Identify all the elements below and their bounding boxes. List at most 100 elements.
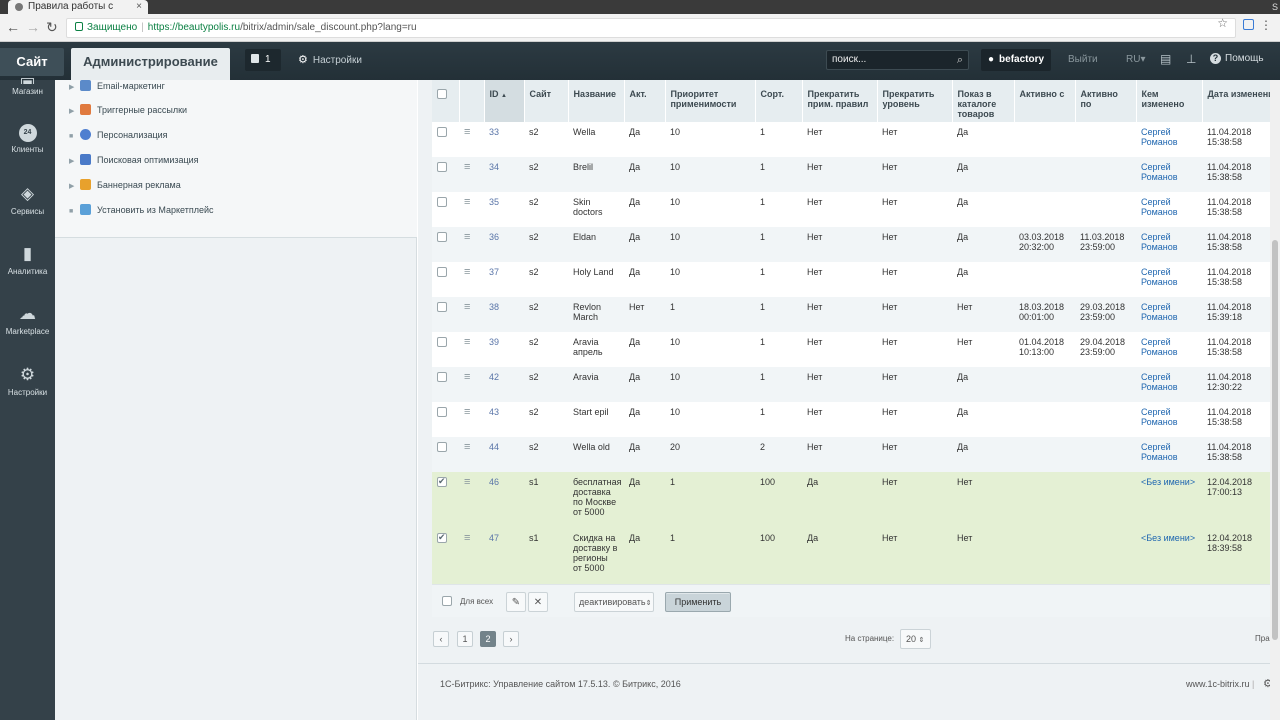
cell-modified-by[interactable]: <Без имени> (1136, 528, 1202, 584)
column-header[interactable]: Показ в каталоге товаров (952, 80, 1015, 122)
cell-modified-by[interactable]: <Без имени> (1136, 472, 1202, 528)
for-all-option[interactable]: Для всех (442, 596, 493, 606)
row-menu-icon[interactable]: ≡ (464, 302, 470, 313)
bitrix-site-link[interactable]: www.1c-bitrix.ru | (1186, 679, 1254, 689)
cell-id[interactable]: 44 (484, 437, 524, 472)
menu-item-install-marketplace[interactable]: ■ Установить из Маркетплейс (69, 204, 214, 215)
delete-button[interactable]: ✕ (528, 592, 548, 612)
row-checkbox[interactable] (437, 337, 447, 347)
logout-link[interactable]: Выйти (1068, 54, 1098, 65)
window-controls-icon[interactable]: S (1272, 0, 1278, 14)
row-menu-icon[interactable]: ≡ (464, 477, 470, 488)
user-menu[interactable]: ● befactory (981, 49, 1051, 71)
cell-modified-by[interactable]: Сергей Романов (1136, 297, 1202, 332)
prev-page-button[interactable]: ‹ (433, 631, 449, 647)
reload-icon[interactable]: ↻ (46, 20, 58, 34)
search-input[interactable]: поиск... ⌕ (826, 50, 969, 70)
back-icon[interactable]: ← (6, 20, 20, 34)
rail-item-settings[interactable]: ⚙ Настройки (0, 365, 55, 397)
row-checkbox[interactable] (437, 197, 447, 207)
row-menu-icon[interactable]: ≡ (464, 197, 470, 208)
address-bar[interactable]: Защищено | https://beautypolis.ru/bitrix/a… (66, 18, 1236, 38)
language-select[interactable]: RU▾ (1126, 54, 1145, 65)
search-icon[interactable]: ⌕ (957, 51, 963, 69)
extension-icon[interactable] (1243, 19, 1254, 30)
rail-item-analytics[interactable]: ▮ Аналитика (0, 244, 55, 276)
admin-button[interactable]: Администрирование (71, 48, 230, 80)
row-menu-icon[interactable]: ≡ (464, 442, 470, 453)
menu-item-personalization[interactable]: ■ Персонализация (69, 129, 168, 140)
table-row[interactable]: ≡ 35 s2 Skin doctors Да 10 1 Нет Нет Да Сергей Ром… (432, 192, 1270, 227)
column-header[interactable]: Активно по (1075, 80, 1137, 122)
column-header[interactable]: Кем изменено (1136, 80, 1203, 122)
per-page-select[interactable]: 20 ⇕ (900, 629, 931, 649)
row-checkbox[interactable] (437, 302, 447, 312)
panel-icon[interactable]: ▤ (1160, 52, 1171, 66)
rail-item-shop[interactable]: ▣ Магазин (0, 74, 55, 96)
cell-id[interactable]: 47 (484, 528, 524, 584)
row-menu-icon[interactable]: ≡ (464, 407, 470, 418)
row-checkbox[interactable] (437, 232, 447, 242)
row-checkbox[interactable] (437, 476, 447, 487)
table-row[interactable]: ≡ 39 s2 Aravia апрель Да 10 1 Нет Нет Нет 01.04.20… (432, 332, 1270, 367)
page-1-button[interactable]: 1 (457, 631, 473, 647)
table-row[interactable]: ≡ 44 s2 Wella old Да 20 2 Нет Нет Да Сергей Романо… (432, 437, 1270, 472)
row-menu-icon[interactable]: ≡ (464, 232, 470, 243)
cell-modified-by[interactable]: Сергей Романов (1136, 437, 1202, 472)
column-header[interactable]: Прекратить уровень (877, 80, 953, 122)
site-button[interactable]: Сайт (0, 48, 64, 76)
cell-modified-by[interactable]: Сергей Романов (1136, 157, 1202, 192)
apply-button[interactable]: Применить (665, 592, 731, 612)
cell-modified-by[interactable]: Сергей Романов (1136, 402, 1202, 437)
cell-id[interactable]: 39 (484, 332, 524, 367)
row-checkbox[interactable] (437, 127, 447, 137)
cell-modified-by[interactable]: Сергей Романов (1136, 122, 1202, 157)
column-header[interactable]: Приоритет применимости (665, 80, 756, 122)
browser-tab[interactable]: Правила работы с × (8, 0, 148, 14)
column-header[interactable]: Акт. (624, 80, 666, 122)
cell-id[interactable]: 34 (484, 157, 524, 192)
row-menu-icon[interactable]: ≡ (464, 267, 470, 278)
column-header[interactable]: Название (568, 80, 625, 122)
forward-icon[interactable]: → (26, 20, 40, 34)
expand-arrow-icon[interactable]: ▶ (69, 157, 77, 165)
cell-id[interactable]: 38 (484, 297, 524, 332)
edit-button[interactable]: ✎ (506, 592, 526, 612)
menu-item-seo[interactable]: ▶ Поисковая оптимизация (69, 154, 199, 165)
settings-link[interactable]: ⚙ Настройки (298, 53, 362, 66)
row-checkbox[interactable] (437, 372, 447, 382)
cell-modified-by[interactable]: Сергей Романов (1136, 262, 1202, 297)
row-menu-icon[interactable]: ≡ (464, 162, 470, 173)
table-row[interactable]: ≡ 42 s2 Aravia Да 10 1 Нет Нет Да Сергей Романов 11… (432, 367, 1270, 402)
column-header[interactable]: ID ▲ (484, 80, 525, 122)
table-row[interactable]: ≡ 38 s2 Revlon March Нет 1 1 Нет Нет Нет 18.03.201… (432, 297, 1270, 332)
row-menu-icon[interactable]: ≡ (464, 533, 470, 544)
bookmark-star-icon[interactable]: ☆ (1217, 16, 1228, 30)
row-checkbox[interactable] (437, 442, 447, 452)
notifications-button[interactable]: 1 (245, 49, 281, 71)
rail-item-clients[interactable]: 24 Клиенты (0, 124, 55, 154)
cell-id[interactable]: 46 (484, 472, 524, 528)
menu-item-trigger-mailing[interactable]: ▶ Триггерные рассылки (69, 104, 187, 115)
tab-close-icon[interactable]: × (136, 0, 142, 14)
cell-modified-by[interactable]: Сергей Романов (1136, 192, 1202, 227)
row-checkbox[interactable] (437, 532, 447, 543)
select-all-checkbox[interactable] (437, 89, 447, 99)
rail-item-services[interactable]: ◈ Сервисы (0, 184, 55, 216)
browser-menu-icon[interactable]: ⋮ (1260, 18, 1272, 32)
table-row[interactable]: ≡ 47s1Скидка на доставку в регионы от 500… (432, 528, 1270, 584)
next-page-button[interactable]: › (503, 631, 519, 647)
action-select[interactable]: деактивировать⇕ (574, 592, 654, 612)
row-menu-icon[interactable]: ≡ (464, 372, 470, 383)
row-menu-icon[interactable]: ≡ (464, 337, 470, 348)
pin-icon[interactable]: ⊥ (1186, 52, 1196, 66)
cell-id[interactable]: 42 (484, 367, 524, 402)
row-menu-icon[interactable]: ≡ (464, 127, 470, 138)
expand-arrow-icon[interactable]: ▶ (69, 107, 77, 115)
rail-item-marketplace[interactable]: ☁ Marketplace (0, 304, 55, 336)
for-all-checkbox[interactable] (442, 596, 452, 606)
scrollbar-thumb[interactable] (1272, 240, 1278, 640)
page-2-button[interactable]: 2 (480, 631, 496, 647)
column-header[interactable]: Сайт (524, 80, 569, 122)
column-header[interactable]: Сорт. (755, 80, 803, 122)
